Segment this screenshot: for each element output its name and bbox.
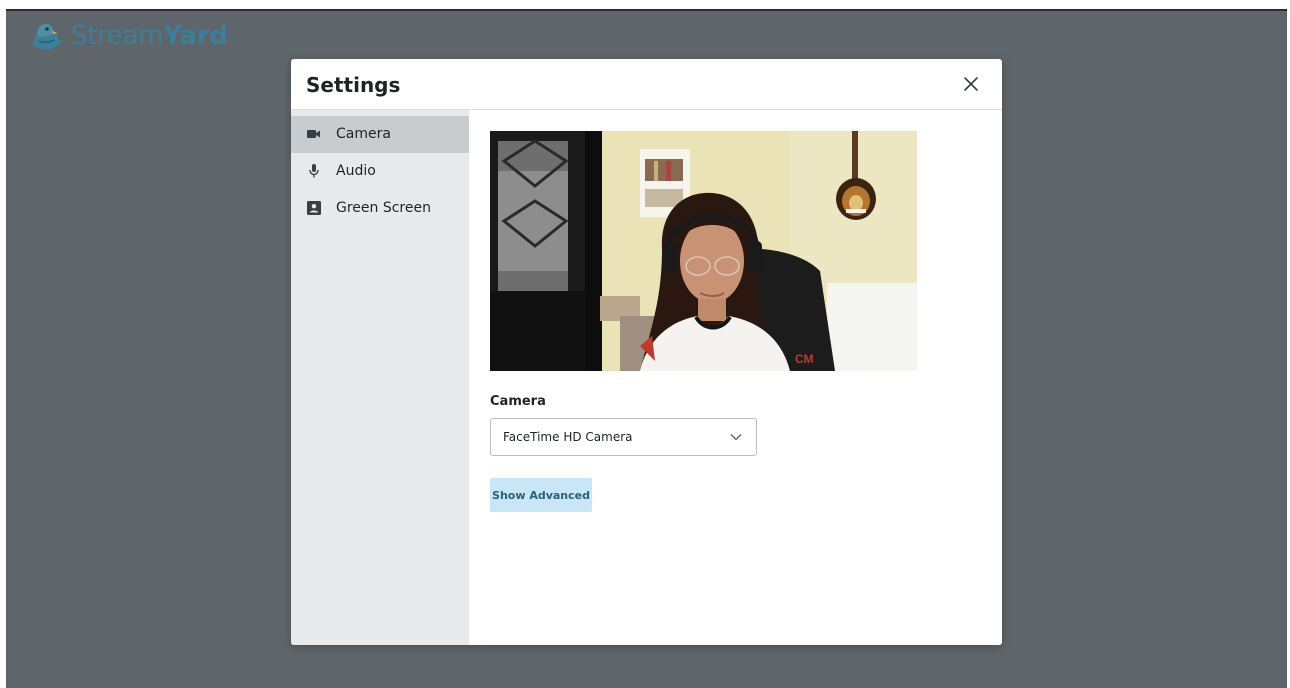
sidebar-item-camera[interactable]: Camera xyxy=(291,116,469,153)
microphone-icon xyxy=(307,164,321,178)
close-icon xyxy=(964,77,978,91)
chevron-down-icon xyxy=(730,434,742,441)
modal-title: Settings xyxy=(306,73,401,97)
svg-text:CM: CM xyxy=(795,352,814,366)
settings-sidebar: Camera Audio Green Screen xyxy=(291,110,469,645)
logo-wordmark: StreamYard xyxy=(71,21,228,51)
sidebar-item-label: Green Screen xyxy=(336,200,431,216)
duck-logo-icon xyxy=(33,24,63,50)
settings-modal: Settings Camera Audio Green Screen CM Ca… xyxy=(291,59,1002,645)
contact-card-icon xyxy=(307,201,321,215)
show-advanced-button[interactable]: Show Advanced xyxy=(490,478,592,512)
sidebar-item-label: Audio xyxy=(336,163,376,179)
camera-select-label: Camera xyxy=(490,394,546,409)
sidebar-item-label: Camera xyxy=(336,126,391,142)
streamyard-logo: StreamYard xyxy=(27,20,228,52)
camera-select[interactable]: FaceTime HD Camera xyxy=(490,418,757,456)
camera-settings-panel: CM Camera FaceTime HD Camera Show Advanc… xyxy=(469,110,1002,645)
modal-header: Settings xyxy=(291,59,1002,110)
camera-preview-image: CM xyxy=(490,131,917,371)
sidebar-item-audio[interactable]: Audio xyxy=(291,153,469,190)
close-button[interactable] xyxy=(960,73,982,95)
sidebar-item-green-screen[interactable]: Green Screen xyxy=(291,190,469,227)
video-camera-icon xyxy=(307,127,321,141)
camera-select-value: FaceTime HD Camera xyxy=(503,430,633,444)
